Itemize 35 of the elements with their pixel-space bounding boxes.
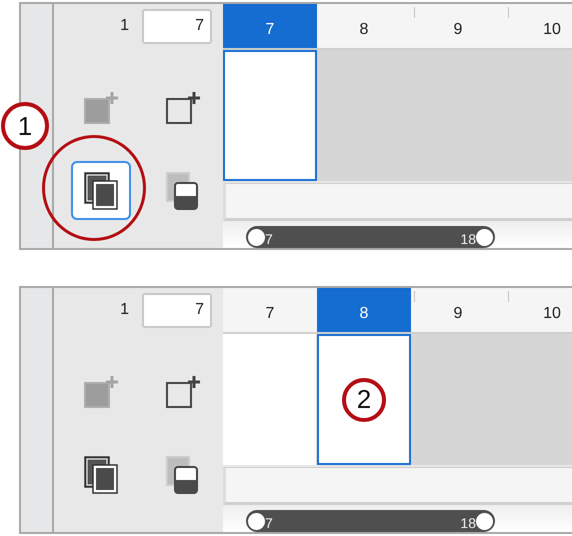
range-start-handle[interactable] — [248, 228, 265, 246]
layered-frame-icon — [165, 454, 201, 494]
frame-number[interactable]: 7 — [223, 4, 317, 48]
callout-number: 2 — [342, 378, 386, 422]
frame-number[interactable]: 10 — [505, 4, 572, 48]
frame-cell[interactable]: 2 — [317, 334, 411, 465]
frame-cell[interactable] — [223, 50, 317, 181]
range-end-label: 18 — [460, 230, 476, 247]
current-frame-field[interactable]: 7 — [142, 8, 212, 44]
frame-number[interactable]: 10 — [505, 288, 572, 332]
frame-number[interactable]: 9 — [411, 288, 505, 332]
current-frame-field[interactable]: 7 — [142, 292, 212, 328]
range-start-handle[interactable] — [248, 512, 265, 530]
layered-frame-icon — [165, 170, 201, 210]
range-start-label: 7 — [265, 230, 273, 247]
stacked-frames-icon — [83, 454, 119, 494]
frame-number[interactable]: 8 — [317, 4, 411, 48]
frame-number[interactable]: 7 — [223, 288, 317, 332]
frame-number[interactable]: 8 — [317, 288, 411, 332]
range-end-handle[interactable] — [476, 512, 493, 530]
blank-frame-plus-icon — [165, 90, 201, 124]
onion-skin-button[interactable] — [71, 161, 131, 220]
frame-plus-icon — [83, 374, 119, 408]
frame-number[interactable]: 9 — [411, 4, 505, 48]
frame-count: 1 — [120, 17, 129, 35]
frame-range-slider[interactable]: 7 18 — [246, 226, 495, 248]
stacked-frames-icon — [83, 170, 119, 210]
blank-frame-plus-icon — [165, 374, 201, 408]
callout-number: 1 — [1, 102, 49, 150]
frame-range-slider[interactable]: 7 18 — [246, 510, 495, 532]
range-end-label: 18 — [460, 514, 476, 531]
frame-plus-icon — [83, 90, 119, 124]
frame-count: 1 — [120, 301, 129, 319]
range-end-handle[interactable] — [476, 228, 493, 246]
range-start-label: 7 — [265, 514, 273, 531]
